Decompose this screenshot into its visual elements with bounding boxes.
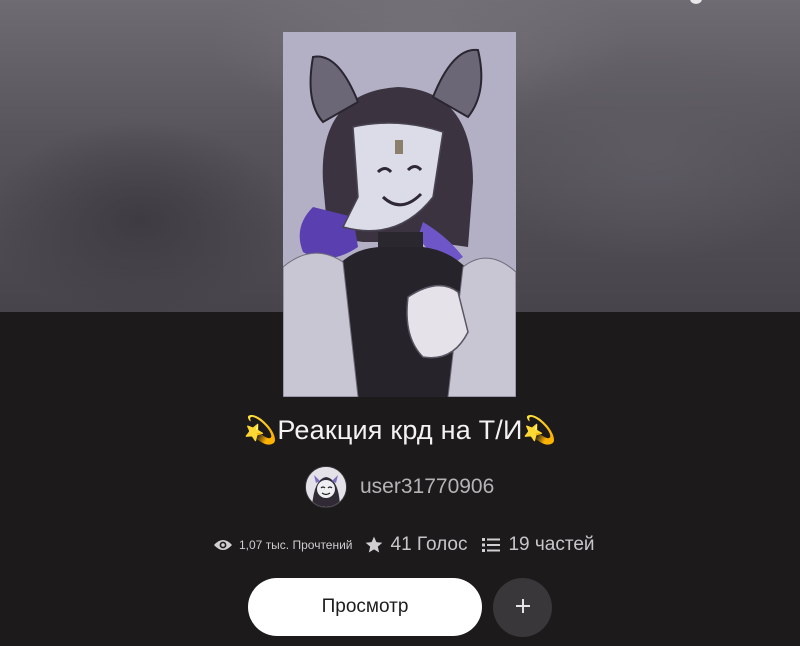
parts-count: 19 частей [508,534,595,555]
eye-icon [212,534,234,556]
votes-count: 41 Голос [390,534,468,555]
author-avatar[interactable] [305,466,347,508]
list-icon [480,534,502,556]
story-stats: 1,07 тыс. Прочтений 41 Голос 19 частей [212,530,595,560]
cover-illustration [283,32,516,397]
read-button[interactable]: Просмотр [248,578,482,636]
story-details-screen: 💫Реакция крд на Т/И💫 user31770906 1,07 т… [0,0,800,646]
avatar-illustration-icon [306,467,346,507]
star-icon [363,534,385,556]
author-row[interactable]: user31770906 [305,466,494,508]
add-to-library-button[interactable] [493,578,552,637]
reads-stat: 1,07 тыс. Прочтений [212,534,353,556]
reads-count: 1,07 тыс. Прочтений [239,538,353,552]
plus-icon [515,598,531,617]
parts-stat: 19 частей [480,534,595,556]
author-username[interactable]: user31770906 [360,475,494,499]
story-title: 💫Реакция крд на Т/И💫 [243,415,557,445]
votes-stat: 41 Голос [363,534,468,556]
story-cover[interactable] [283,32,516,397]
